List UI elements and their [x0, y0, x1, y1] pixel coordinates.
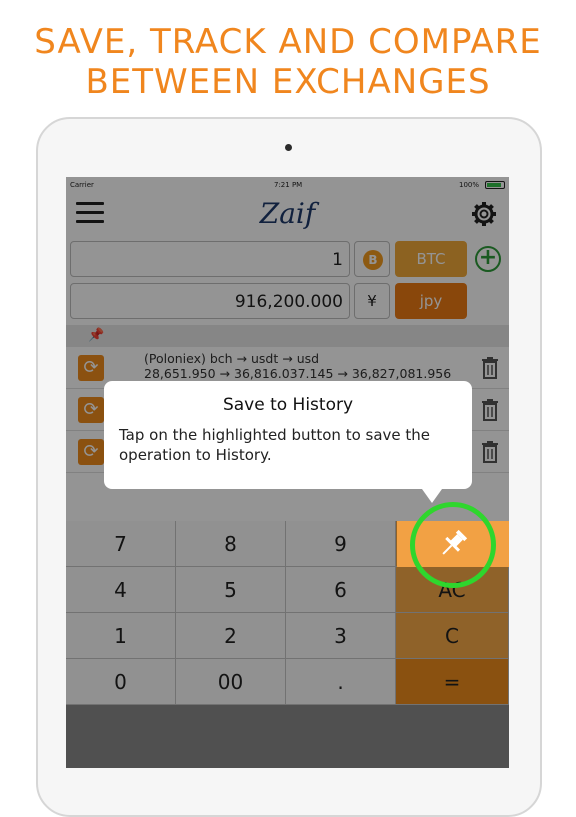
tooltip-body: Tap on the highlighted button to save th… [119, 426, 431, 464]
tooltip: Save to History Tap on the highlighted b… [104, 381, 472, 503]
tooltip-title: Save to History [222, 395, 354, 415]
headline-line-1: SAVE, TRACK AND COMPARE [34, 22, 542, 62]
headline-line-2: BETWEEN EXCHANGES [85, 62, 491, 102]
highlight-ring [410, 502, 496, 588]
app-screen: Carrier 7:21 PM 100% Zaif 1 B BTC + 916,… [66, 177, 509, 768]
camera-dot [285, 144, 292, 151]
